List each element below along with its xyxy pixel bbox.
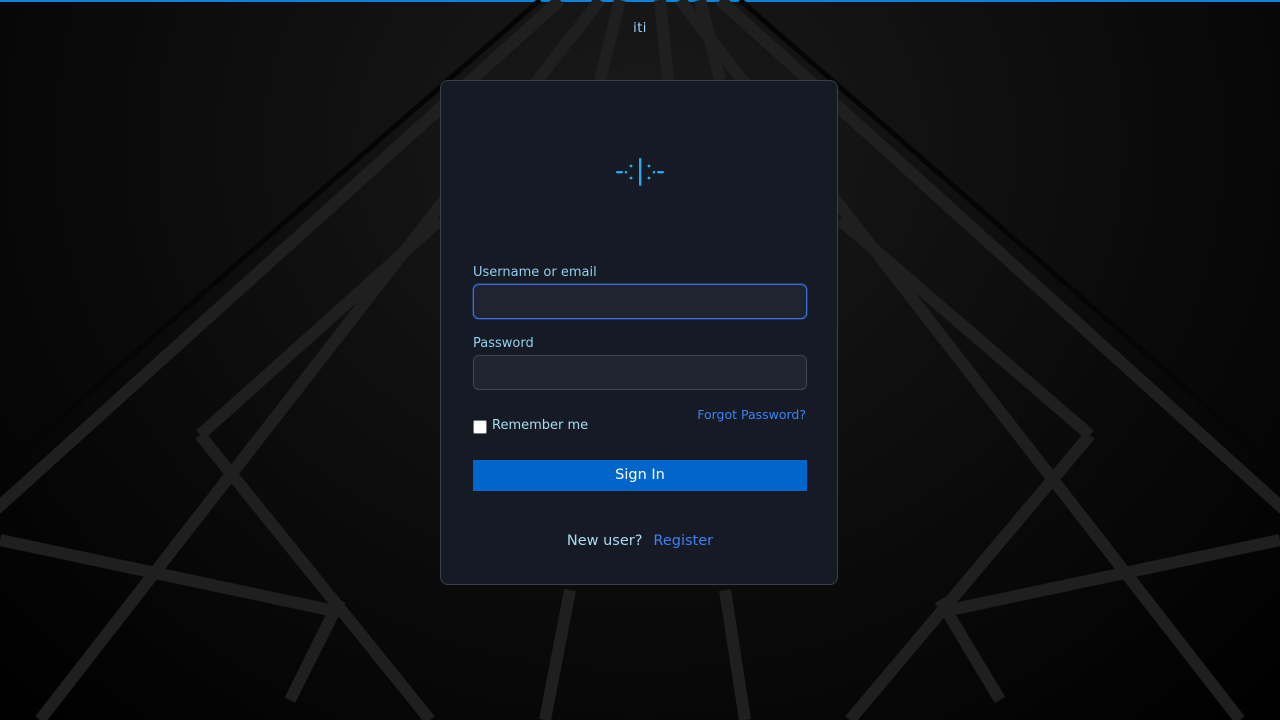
login-card: Username or email Password Remember me F… — [440, 80, 838, 585]
realm-name: iti — [633, 21, 647, 36]
remember-me-row: Remember me — [473, 417, 588, 434]
username-label: Username or email — [473, 265, 597, 280]
password-input[interactable] — [473, 355, 807, 390]
iti-logo-icon — [616, 158, 664, 186]
forgot-password-link[interactable]: Forgot Password? — [697, 407, 806, 422]
remember-me-label[interactable]: Remember me — [492, 418, 588, 433]
remember-me-checkbox[interactable] — [473, 420, 487, 434]
new-user-text: New user? — [566, 533, 643, 549]
password-label: Password — [473, 336, 534, 351]
register-row: New user? Register — [441, 533, 839, 549]
register-link[interactable]: Register — [653, 533, 713, 549]
username-input[interactable] — [473, 284, 807, 319]
sign-in-button[interactable]: Sign In — [473, 460, 807, 491]
login-page: iti Username or email Password Remember … — [0, 0, 1280, 720]
